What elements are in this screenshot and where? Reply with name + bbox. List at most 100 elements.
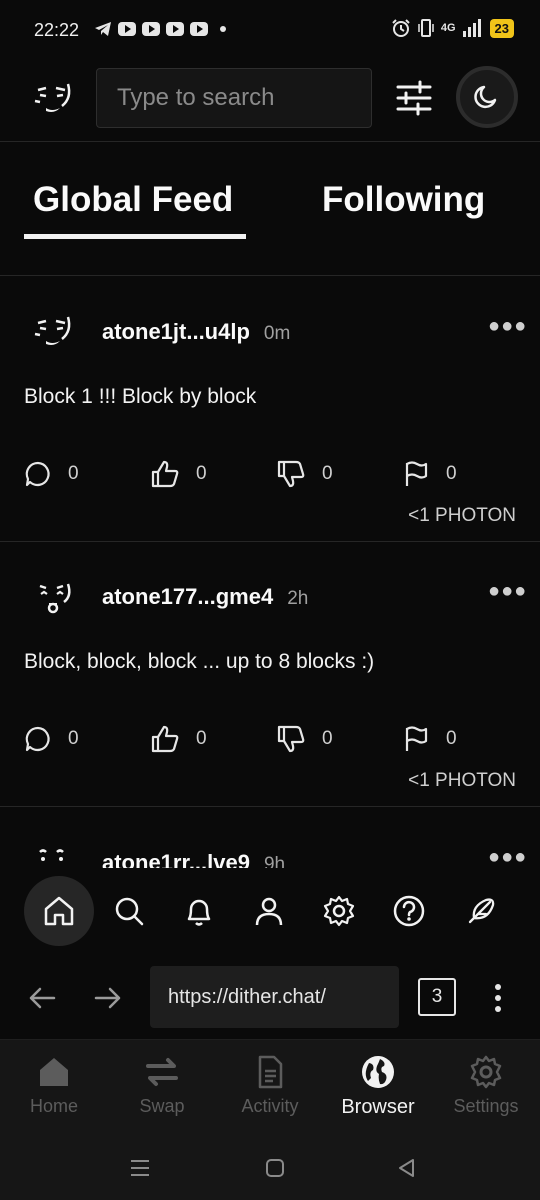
- post-card[interactable]: atone1rr...lve9 9h ●●●: [0, 808, 540, 868]
- nav-settings-button[interactable]: [304, 876, 374, 946]
- system-icons: 4G 23: [391, 18, 514, 38]
- post-time: 9h: [263, 854, 286, 868]
- comment-count: 0: [68, 463, 79, 484]
- battery-level: 23: [489, 18, 514, 38]
- post-body: Block, block, block ... up to 8 blocks :…: [24, 650, 375, 673]
- wallet-tab-label: Activity: [241, 1096, 299, 1116]
- wallet-tab-label: Swap: [139, 1096, 185, 1116]
- post-card[interactable]: atone1jt...u4lp 0m ●●● Block 1 !!! Block …: [0, 277, 540, 542]
- app-header: [0, 62, 540, 142]
- search-input[interactable]: [96, 68, 372, 128]
- vibrate-icon: [418, 19, 434, 37]
- flag-count: 0: [446, 728, 457, 749]
- filter-icon[interactable]: [394, 78, 434, 118]
- post-body: Block 1 !!! Block by block: [24, 385, 257, 408]
- post-card[interactable]: atone177...gme4 2h ●●● Block, block, bloc…: [0, 542, 540, 807]
- gear-icon: [323, 895, 355, 927]
- notification-icons: [94, 21, 226, 37]
- avatar[interactable]: [32, 309, 78, 355]
- globe-icon: [362, 1056, 394, 1088]
- thumbs-up-icon: [151, 725, 179, 753]
- home-icon: [44, 896, 74, 926]
- wallet-tab-settings[interactable]: Settings: [432, 1054, 540, 1117]
- back-arrow-icon[interactable]: [26, 982, 58, 1014]
- thumbs-down-icon: [277, 725, 305, 753]
- avatar[interactable]: [32, 840, 78, 868]
- feed-tabs: Global Feed Following: [0, 142, 540, 276]
- help-icon: [393, 895, 425, 927]
- wallet-tab-swap[interactable]: Swap: [108, 1054, 216, 1117]
- more-options-icon[interactable]: ●●●: [488, 315, 527, 338]
- theme-toggle-button[interactable]: [456, 66, 518, 128]
- post-author-line[interactable]: atone1jt...u4lp 0m: [102, 319, 290, 345]
- nav-notifications-button[interactable]: [164, 876, 234, 946]
- avatar[interactable]: [32, 574, 78, 620]
- flag-button[interactable]: 0: [402, 459, 528, 489]
- nav-home-button[interactable]: [24, 876, 94, 946]
- wallet-tab-label: Settings: [453, 1096, 519, 1116]
- feather-icon: [468, 898, 495, 924]
- document-icon: [258, 1055, 283, 1089]
- comment-icon: [25, 726, 50, 752]
- more-notifications-dot: [220, 26, 226, 32]
- wallet-bottom-nav: Home Swap Activity Browser Settings: [0, 1040, 540, 1140]
- post-cost: <1 PHOTON: [408, 770, 516, 791]
- like-count: 0: [196, 728, 207, 749]
- nav-compose-button[interactable]: [446, 876, 516, 946]
- flag-count: 0: [446, 463, 457, 484]
- dislike-button[interactable]: 0: [276, 724, 402, 754]
- comment-icon: [25, 461, 50, 487]
- post-time: 2h: [287, 588, 309, 609]
- recents-icon[interactable]: [128, 1156, 152, 1180]
- like-button[interactable]: 0: [150, 459, 276, 489]
- post-author-line[interactable]: atone1rr...lve9 9h: [102, 850, 285, 868]
- comment-button[interactable]: 0: [24, 459, 150, 489]
- home-button-icon[interactable]: [263, 1156, 287, 1180]
- network-type: 4G: [440, 22, 456, 34]
- active-tab-indicator: [24, 234, 246, 239]
- like-button[interactable]: 0: [150, 724, 276, 754]
- flag-icon: [405, 461, 428, 486]
- wallet-tab-label: Home: [29, 1096, 78, 1116]
- wallet-tab-activity[interactable]: Activity: [216, 1054, 324, 1117]
- nav-help-button[interactable]: [374, 876, 444, 946]
- youtube-icon: [190, 22, 208, 36]
- more-options-icon[interactable]: ●●●: [488, 846, 527, 868]
- post-time: 0m: [263, 323, 291, 344]
- dither-logo-icon[interactable]: [32, 76, 78, 122]
- tab-following[interactable]: Following: [322, 180, 485, 220]
- wallet-tab-home[interactable]: Home: [0, 1054, 108, 1117]
- swap-icon: [146, 1058, 178, 1086]
- system-nav-bar: [0, 1140, 540, 1200]
- nav-search-button[interactable]: [94, 876, 164, 946]
- comment-button[interactable]: 0: [24, 724, 150, 754]
- post-author[interactable]: atone1rr...lve9: [102, 850, 250, 868]
- alarm-icon: [392, 19, 410, 37]
- post-author[interactable]: atone177...gme4: [102, 584, 273, 609]
- user-icon: [255, 897, 283, 926]
- status-bar: 22:22 4G 23: [0, 0, 540, 62]
- dislike-count: 0: [322, 463, 333, 484]
- wallet-tab-browser[interactable]: Browser: [324, 1054, 432, 1119]
- thumbs-down-icon: [277, 460, 305, 488]
- telegram-icon: [95, 22, 111, 36]
- tab-count-button[interactable]: 3: [418, 978, 456, 1016]
- search-icon: [115, 897, 144, 926]
- flag-button[interactable]: 0: [402, 724, 528, 754]
- comment-count: 0: [68, 728, 79, 749]
- post-author[interactable]: atone1jt...u4lp: [102, 319, 250, 344]
- overflow-menu-icon[interactable]: [488, 982, 508, 1014]
- bell-icon: [187, 899, 211, 926]
- back-icon[interactable]: [395, 1156, 419, 1180]
- flag-icon: [405, 726, 428, 751]
- url-bar[interactable]: https://dither.chat/: [150, 966, 399, 1028]
- moon-icon: [474, 85, 497, 109]
- more-options-icon[interactable]: ●●●: [488, 580, 527, 603]
- nav-profile-button[interactable]: [234, 876, 304, 946]
- dislike-button[interactable]: 0: [276, 459, 402, 489]
- forward-arrow-icon[interactable]: [92, 982, 124, 1014]
- app-bottom-nav: [0, 868, 540, 958]
- post-author-line[interactable]: atone177...gme4 2h: [102, 584, 308, 610]
- tab-global-feed[interactable]: Global Feed: [33, 180, 233, 220]
- youtube-icon: [118, 22, 136, 36]
